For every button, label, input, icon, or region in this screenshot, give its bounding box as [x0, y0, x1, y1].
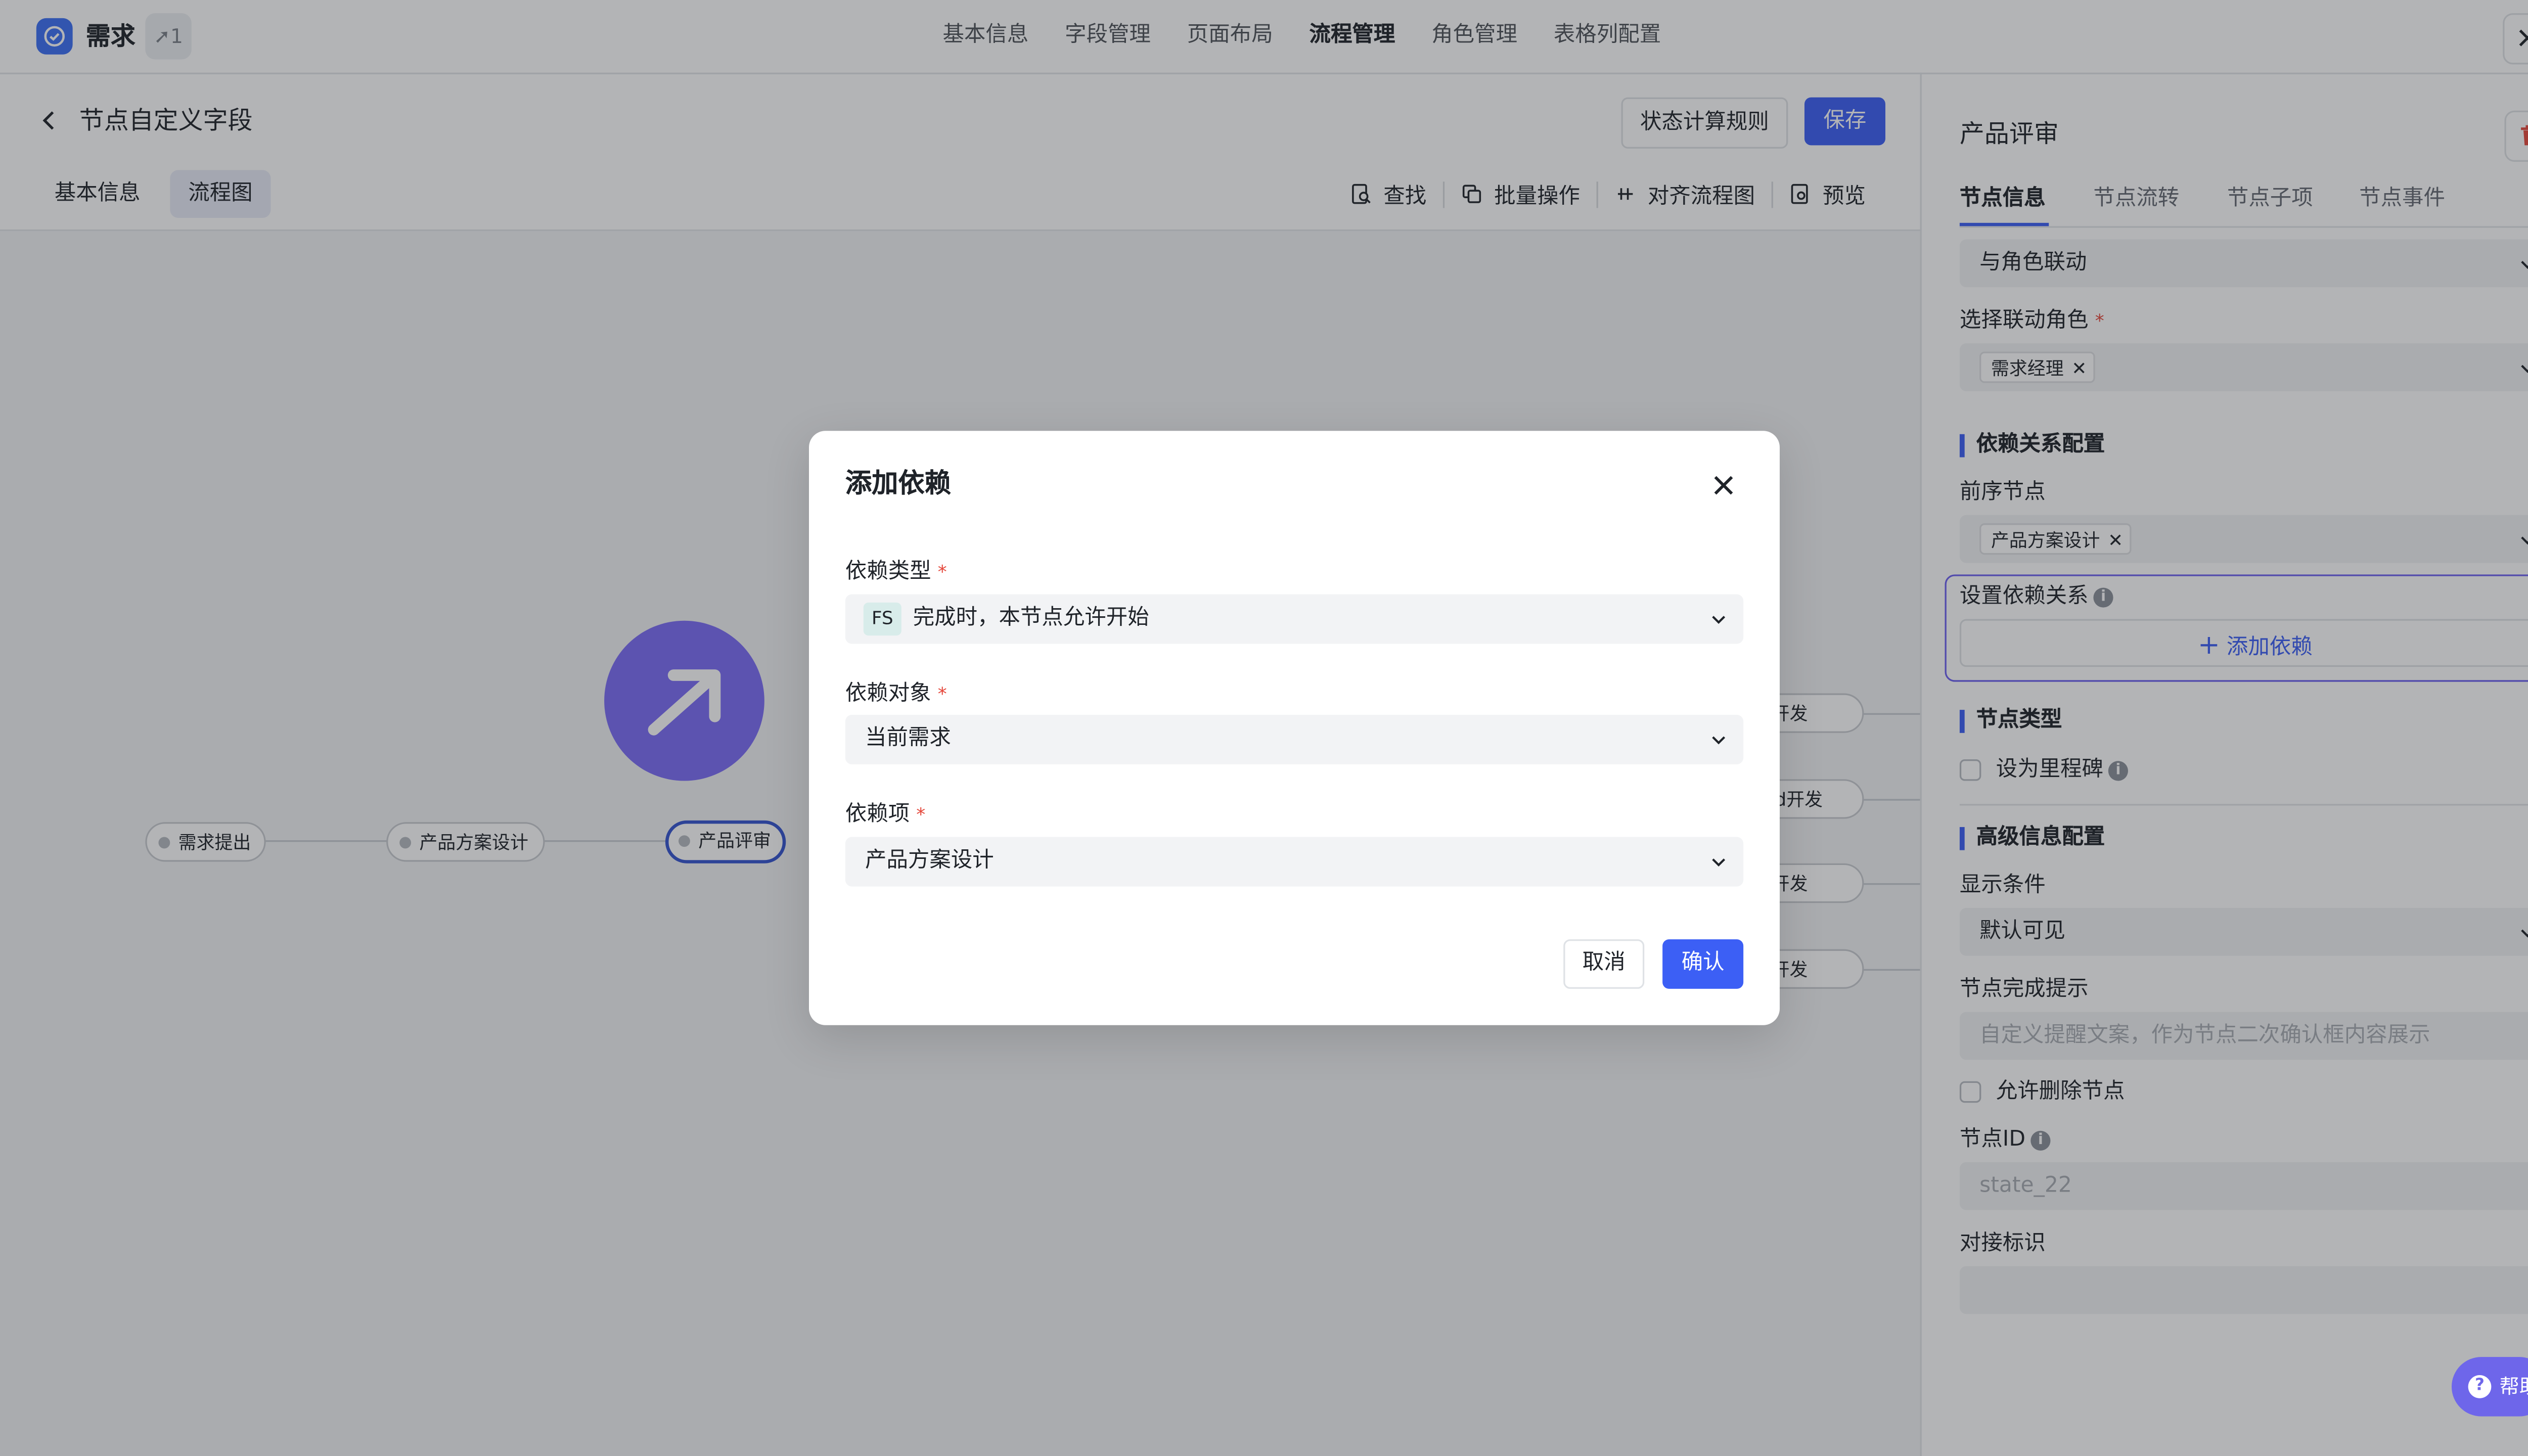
dep-item-label: 依赖项 *: [845, 801, 925, 831]
dep-type-label-text: 依赖类型: [845, 559, 931, 584]
dep-item-label-text: 依赖项: [845, 802, 910, 827]
chevron-down-icon: [1712, 616, 1726, 624]
question-icon: ?: [2468, 1375, 2492, 1398]
dep-item-value: 产品方案设计: [865, 848, 994, 874]
help-label: 帮助: [2499, 1375, 2528, 1398]
close-icon: [1714, 476, 1733, 495]
dep-type-label: 依赖类型 *: [845, 558, 947, 588]
dep-object-label: 依赖对象 *: [845, 680, 947, 710]
required-mark: *: [937, 561, 947, 583]
chevron-down-icon: [1712, 736, 1726, 745]
confirm-button[interactable]: 确认: [1662, 939, 1744, 989]
dep-type-select[interactable]: FS 完成时，本节点允许开始: [845, 594, 1744, 644]
add-dependency-modal: 添加依赖 依赖类型 * FS 完成时，本节点允许开始 依赖对象 * 当前需求 依赖项…: [808, 431, 1780, 1025]
dep-type-value: 完成时，本节点允许开始: [913, 606, 1149, 631]
dep-object-select[interactable]: 当前需求: [845, 714, 1744, 764]
modal-close-button[interactable]: [1710, 472, 1737, 498]
dep-object-label-text: 依赖对象: [845, 681, 931, 707]
dep-item-select[interactable]: 产品方案设计: [845, 837, 1744, 887]
required-mark: *: [916, 804, 926, 826]
cancel-button[interactable]: 取消: [1563, 939, 1645, 989]
dep-object-value: 当前需求: [865, 726, 951, 751]
required-mark: *: [937, 683, 947, 705]
modal-title: 添加依赖: [845, 467, 951, 499]
chevron-down-icon: [1712, 858, 1726, 867]
help-button[interactable]: ? 帮助: [2451, 1357, 2528, 1417]
fs-badge: FS: [863, 602, 901, 636]
